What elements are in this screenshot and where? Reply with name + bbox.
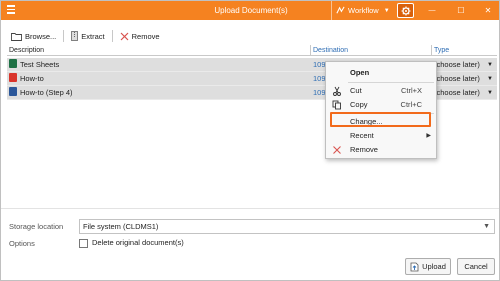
menu-divider [348,82,434,83]
browse-button[interactable]: Browse... [7,29,60,43]
row-type[interactable]: (choose later) [434,58,486,72]
folder-icon [11,32,22,41]
close-icon: ✕ [484,6,492,15]
upload-icon [410,262,419,271]
cancel-label: Cancel [464,262,488,271]
workflow-label: Workflow [348,6,379,15]
remove-x-icon [333,146,341,154]
copy-shortcut: Ctrl+C [400,100,422,109]
chevron-down-icon: ▼ [483,223,490,230]
chevron-down-icon[interactable]: ▼ [487,72,495,86]
delete-original-label: Delete original document(s) [92,238,184,247]
upload-label: Upload [422,262,446,271]
row-description: How-to [20,74,44,83]
row-type[interactable]: (choose later) [434,86,486,100]
row-description: How-to (Step 4) [20,88,73,97]
grid-header: Description Destination Type [7,45,497,56]
upload-documents-window: Upload Document(s) Workflow ▼ — ☐ ✕ Brow… [0,0,500,281]
remove-label: Remove [131,31,160,41]
upload-button[interactable]: Upload [405,258,451,275]
column-header-description[interactable]: Description [7,45,310,56]
cut-shortcut: Ctrl+X [400,86,422,95]
section-divider [1,208,499,209]
cancel-button[interactable]: Cancel [457,258,495,275]
close-button[interactable]: ✕ [475,1,499,20]
menu-item-remove-label: Remove [350,145,378,154]
column-header-destination[interactable]: Destination [310,45,431,56]
storage-location-value: File system (CLDMS1) [83,222,159,231]
excel-file-icon [9,59,17,68]
copy-icon [332,100,341,110]
options-label: Options [9,239,35,248]
toolbar-divider [111,30,113,42]
toolbar-divider [63,30,65,42]
workflow-icon [336,6,345,14]
column-header-type[interactable]: Type [431,45,497,56]
title-bar: Upload Document(s) Workflow ▼ — ☐ ✕ [1,1,499,20]
chevron-down-icon[interactable]: ▼ [487,58,495,72]
maximize-icon: ☐ [457,6,465,15]
word-file-icon [9,87,17,96]
remove-x-icon [120,32,129,40]
chevron-down-icon[interactable]: ▼ [487,86,495,100]
change-highlight-box [330,112,431,127]
delete-original-checkbox[interactable] [79,239,88,248]
chevron-down-icon: ▼ [383,7,390,14]
row-type[interactable]: (choose later) [434,72,486,86]
toolbar: Browse... Extract Remove [7,29,164,43]
scissors-icon [333,86,341,96]
workflow-menu-button[interactable]: Workflow ▼ [331,1,394,20]
remove-button[interactable]: Remove [116,29,164,43]
menu-item-open-label: Open [350,68,370,77]
gear-icon [401,6,410,15]
row-description: Test Sheets [20,60,60,69]
settings-button[interactable] [397,3,414,18]
row-description-cell: How-to [9,72,307,86]
minimize-icon: — [428,7,436,14]
extract-button[interactable]: Extract [67,29,108,43]
storage-location-label: Storage location [9,222,64,231]
menu-item-recent-label: Recent [350,131,374,140]
menu-item-copy-label: Copy [350,100,368,109]
menu-item-open[interactable]: Open [326,66,436,80]
submenu-arrow-icon: ▶ [426,133,431,139]
menu-item-cut[interactable]: Cut Ctrl+X [326,84,436,98]
menu-item-remove[interactable]: Remove [326,143,436,157]
extract-label: Extract [81,31,105,41]
browse-label: Browse... [25,31,57,41]
menu-item-copy[interactable]: Copy Ctrl+C [326,98,436,112]
storage-location-select[interactable]: File system (CLDMS1) ▼ [79,219,495,234]
context-menu: Open Cut Ctrl+X Copy Ctrl+C Change... Re… [325,61,437,159]
minimize-button[interactable]: — [419,1,445,20]
menu-item-cut-label: Cut [350,86,362,95]
pdf-file-icon [9,73,17,82]
row-description-cell: How-to (Step 4) [9,86,307,100]
maximize-button[interactable]: ☐ [448,1,474,20]
zip-file-icon [71,31,79,41]
menu-item-recent[interactable]: Recent ▶ [326,129,436,143]
row-description-cell: Test Sheets [9,58,307,72]
